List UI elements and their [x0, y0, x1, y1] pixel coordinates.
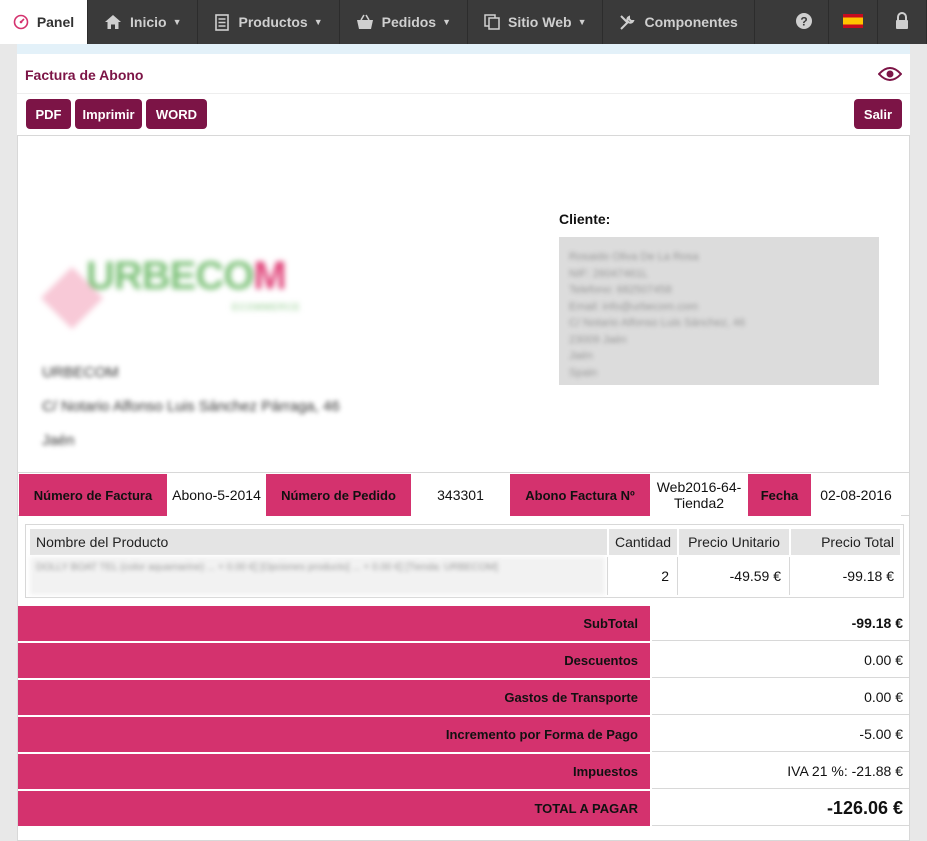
logo-text: URBECOM [86, 254, 287, 298]
svg-text:?: ? [800, 14, 807, 28]
nav-sitio-web[interactable]: Sitio Web ▼ [468, 0, 604, 44]
client-line: NIF: 26047461L [569, 267, 648, 280]
language-button[interactable] [829, 0, 878, 44]
taxes-label: Impuestos [18, 754, 650, 789]
exit-button[interactable]: Salir [854, 99, 902, 129]
logo-subtitle: ECOMMERCE [232, 302, 301, 312]
shipping-label: Gastos de Transporte [18, 680, 650, 715]
credit-invoice-label: Abono Factura Nº [510, 474, 650, 516]
shop-city: Jaén [42, 432, 75, 449]
totals-row-shipping: Gastos de Transporte 0.00 € [18, 680, 909, 717]
catalog-icon [214, 13, 230, 31]
client-line: Email: info@urbecom.com [569, 300, 699, 313]
header-quantity: Cantidad [609, 529, 677, 555]
shop-name: URBECOM [42, 364, 119, 381]
totals-table: SubTotal -99.18 € Descuentos 0.00 € Gast… [18, 606, 909, 828]
client-line: 23009 Jaén [569, 333, 627, 346]
subtotal-value: -99.18 € [652, 606, 909, 641]
lock-icon [894, 11, 910, 33]
nav-pedidos-label: Pedidos [381, 14, 437, 30]
lock-button[interactable] [878, 0, 927, 44]
totals-row-subtotal: SubTotal -99.18 € [18, 606, 909, 643]
subtotal-label: SubTotal [18, 606, 650, 641]
wrench-icon [619, 14, 636, 31]
client-details: Rosaido Oliva De La Rosa NIF: 26047461L … [559, 237, 879, 385]
help-icon: ? [795, 12, 813, 33]
payment-fee-label: Incremento por Forma de Pago [18, 717, 650, 752]
order-number-label: Número de Pedido [266, 474, 411, 516]
client-line: Rosaido Oliva De La Rosa [569, 251, 699, 263]
nav-panel[interactable]: Panel [0, 0, 88, 44]
discounts-value: 0.00 € [652, 643, 909, 678]
main-content: Factura de Abono PDF Imprimir WORD Salir… [17, 54, 910, 841]
chevron-down-icon: ▼ [577, 17, 587, 27]
shipping-value: 0.00 € [652, 680, 909, 715]
nav-pedidos[interactable]: Pedidos ▼ [340, 0, 469, 44]
header-product-name: Nombre del Producto [30, 529, 607, 555]
client-label: Cliente: [559, 211, 611, 227]
pages-icon [484, 14, 500, 30]
shop-logo: URBECOM ECOMMERCE [40, 246, 352, 330]
totals-row-payment-fee: Incremento por Forma de Pago -5.00 € [18, 717, 909, 754]
invoice-number-label: Número de Factura [19, 474, 167, 516]
pdf-button[interactable]: PDF [26, 99, 71, 129]
shop-address: C/ Notario Alfonso Luis Sánchez Párraga,… [42, 398, 340, 415]
totals-row-total: TOTAL A PAGAR -126.06 € [18, 791, 909, 828]
client-line: Spain [569, 366, 598, 379]
nav-inicio-label: Inicio [130, 14, 167, 30]
spain-flag-icon [843, 13, 863, 31]
print-button[interactable]: Imprimir [75, 99, 142, 129]
basket-icon [356, 14, 374, 30]
header-unit-price: Precio Unitario [679, 529, 789, 555]
dashboard-icon [13, 14, 29, 30]
info-strip [17, 44, 910, 54]
totals-row-taxes: Impuestos IVA 21 %: -21.88 € [18, 754, 909, 791]
payment-fee-value: -5.00 € [652, 717, 909, 752]
nav-productos-label: Productos [238, 14, 308, 30]
client-line: C/ Notario Alfonso Luis Sánchez, 46 [569, 317, 746, 329]
product-name-cell: DOLLY BOAT TEL (color aquamarine) ... + … [30, 557, 605, 595]
nav-componentes-label: Componentes [644, 14, 738, 30]
page-title: Factura de Abono [25, 67, 144, 83]
chevron-down-icon: ▼ [442, 17, 452, 27]
product-unit-price-cell: -49.59 € [677, 557, 789, 595]
total-value: -126.06 € [652, 791, 909, 826]
date-value: 02-08-2016 [811, 474, 901, 516]
nav-componentes[interactable]: Componentes [603, 0, 755, 44]
taxes-value: IVA 21 %: -21.88 € [652, 754, 909, 789]
invoice-number-value: Abono-5-2014 [167, 474, 266, 516]
totals-row-discounts: Descuentos 0.00 € [18, 643, 909, 680]
invoice-info-row: Número de Factura Abono-5-2014 Número de… [18, 472, 909, 516]
products-table: Nombre del Producto Cantidad Precio Unit… [25, 524, 904, 598]
home-icon [104, 14, 122, 30]
client-line: Telefono: 682507458 [569, 284, 672, 296]
eye-icon[interactable] [877, 66, 903, 87]
word-button[interactable]: WORD [146, 99, 207, 129]
credit-invoice-value: Web2016-64-Tienda2 [650, 474, 748, 516]
date-label: Fecha [748, 474, 811, 516]
product-total-price-cell: -99.18 € [789, 557, 902, 595]
page-header: Factura de Abono [17, 54, 910, 94]
invoice-document: URBECOM ECOMMERCE URBECOM C/ Notario Alf… [17, 135, 910, 841]
top-navigation: Panel Inicio ▼ Productos ▼ Pedidos ▼ Sit… [0, 0, 927, 44]
nav-panel-label: Panel [36, 14, 75, 30]
product-quantity-cell: 2 [607, 557, 677, 595]
nav-sitio-web-label: Sitio Web [508, 14, 572, 30]
chevron-down-icon: ▼ [172, 17, 182, 27]
total-label: TOTAL A PAGAR [18, 791, 650, 826]
discounts-label: Descuentos [18, 643, 650, 678]
nav-productos[interactable]: Productos ▼ [198, 0, 340, 44]
header-total-price: Precio Total [791, 529, 900, 555]
chevron-down-icon: ▼ [313, 17, 323, 27]
client-line: Jaén [569, 350, 593, 362]
nav-inicio[interactable]: Inicio ▼ [88, 0, 199, 44]
order-number-value: 343301 [411, 474, 510, 516]
help-button[interactable]: ? [780, 0, 829, 44]
